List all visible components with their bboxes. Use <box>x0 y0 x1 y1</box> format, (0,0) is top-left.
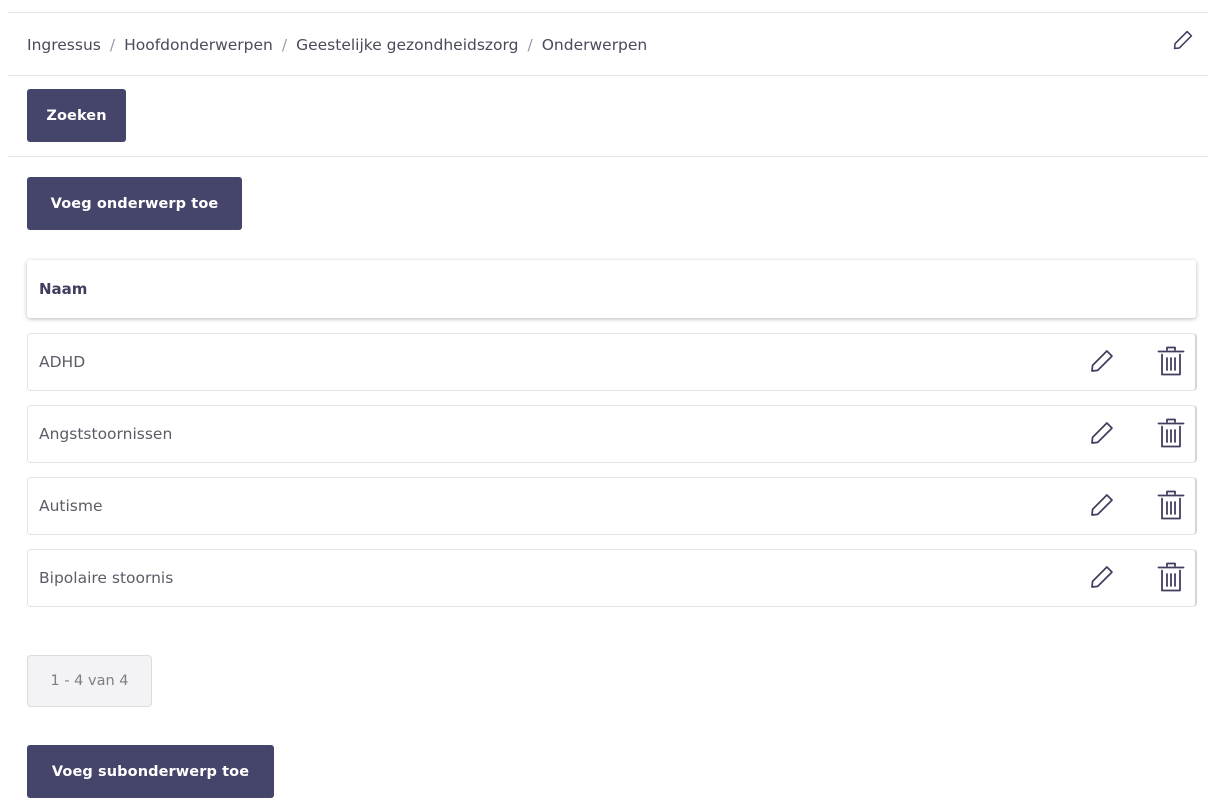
toolbar-divider <box>8 156 1208 157</box>
breadcrumb: Ingressus / Hoofdonderwerpen / Geestelij… <box>27 34 647 56</box>
pagination-info: 1 - 4 van 4 <box>27 655 152 707</box>
delete-row-button[interactable] <box>1156 489 1186 521</box>
pencil-icon <box>1091 494 1113 516</box>
edit-row-button[interactable] <box>1089 420 1115 446</box>
table-row[interactable]: Autisme <box>27 477 1197 535</box>
breadcrumb-item-hoofdonderwerpen[interactable]: Hoofdonderwerpen <box>124 36 273 54</box>
trash-icon <box>1157 490 1185 520</box>
add-topic-button[interactable]: Voeg onderwerp toe <box>27 177 242 230</box>
table-row[interactable]: Angststoornissen <box>27 405 1197 463</box>
header-divider <box>8 75 1208 76</box>
breadcrumb-item-geestelijke-gezondheidszorg[interactable]: Geestelijke gezondheidszorg <box>296 36 518 54</box>
trash-icon <box>1157 562 1185 592</box>
edit-page-button[interactable] <box>1172 29 1194 51</box>
table-row[interactable]: ADHD <box>27 333 1197 391</box>
pencil-icon <box>1173 30 1193 50</box>
delete-row-button[interactable] <box>1156 417 1186 449</box>
trash-icon <box>1157 418 1185 448</box>
trash-icon <box>1157 346 1185 376</box>
pencil-icon <box>1091 350 1113 372</box>
column-header-name[interactable]: Naam <box>39 280 87 298</box>
pencil-icon <box>1091 422 1113 444</box>
breadcrumb-item-onderwerpen: Onderwerpen <box>541 36 648 54</box>
pencil-icon <box>1091 566 1113 588</box>
row-name: ADHD <box>39 353 86 371</box>
breadcrumb-separator: / <box>109 36 116 54</box>
delete-row-button[interactable] <box>1156 345 1186 377</box>
row-name: Angststoornissen <box>39 425 173 443</box>
edit-row-button[interactable] <box>1089 348 1115 374</box>
search-button[interactable]: Zoeken <box>27 89 126 142</box>
delete-row-button[interactable] <box>1156 561 1186 593</box>
breadcrumb-item-ingressus[interactable]: Ingressus <box>27 36 101 54</box>
top-divider <box>8 12 1208 13</box>
table-row[interactable]: Bipolaire stoornis <box>27 549 1197 607</box>
breadcrumb-separator: / <box>281 36 288 54</box>
row-name: Bipolaire stoornis <box>39 569 174 587</box>
add-subtopic-button[interactable]: Voeg subonderwerp toe <box>27 745 274 798</box>
edit-row-button[interactable] <box>1089 492 1115 518</box>
breadcrumb-separator: / <box>527 36 533 54</box>
table-header: Naam <box>27 260 1196 318</box>
row-name: Autisme <box>39 497 103 515</box>
edit-row-button[interactable] <box>1089 564 1115 590</box>
